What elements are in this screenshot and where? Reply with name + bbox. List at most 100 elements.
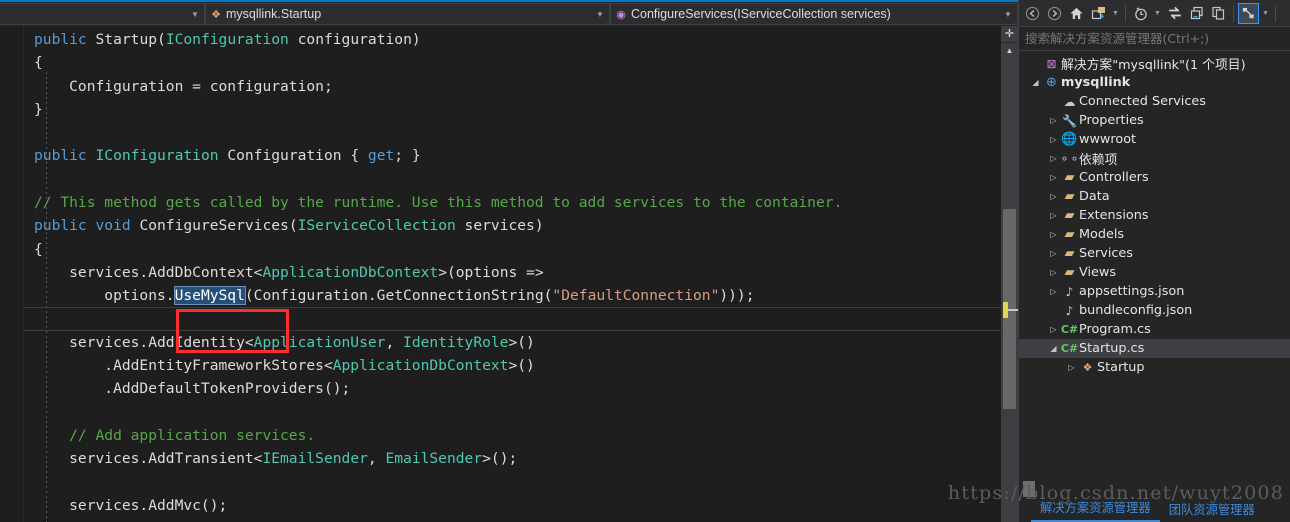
copy-files-icon[interactable] (1208, 3, 1229, 24)
chevron-down-icon[interactable]: ▼ (1260, 3, 1271, 24)
chevron-right-icon[interactable]: ▷ (1047, 249, 1060, 258)
refresh-icon[interactable] (1164, 3, 1185, 24)
tree-item-label: bundleconfig.json (1079, 303, 1193, 318)
type-dropdown[interactable]: ❖ mysqllink.Startup ▼ (205, 3, 610, 25)
tree-item[interactable]: ▷ ▰ Controllers (1019, 168, 1290, 187)
code-token: Configuration { (218, 147, 368, 165)
panel-tab[interactable]: 解决方案资源管理器 (1031, 498, 1160, 522)
tree-item-label: Controllers (1079, 170, 1149, 185)
tree-item[interactable]: ▷ ▰ Views (1019, 263, 1290, 282)
folder-icon: ▰ (1064, 208, 1075, 223)
tree-item[interactable]: ▷ 🌐 wwwroot (1019, 130, 1290, 149)
solution-explorer-search[interactable] (1019, 27, 1290, 51)
code-line: public void ConfigureServices(IServiceCo… (24, 214, 1001, 237)
chevron-right-icon[interactable]: ▷ (1047, 135, 1060, 144)
split-view-icon[interactable]: ✛ (1001, 26, 1018, 43)
tree-item[interactable]: ▷ ▰ Models (1019, 225, 1290, 244)
code-token: public (34, 147, 96, 165)
chevron-down-icon[interactable]: ▼ (1110, 3, 1121, 24)
tree-item[interactable]: ▷ C# Program.cs (1019, 320, 1290, 339)
folder-icon: ▰ (1064, 265, 1075, 280)
folder-icon: ▰ (1064, 189, 1075, 204)
type-dropdown-label: mysqllink.Startup (226, 7, 322, 21)
code-token: ; } (394, 147, 421, 165)
arrow-right-icon[interactable] (1044, 3, 1065, 24)
tree-item-label: appsettings.json (1079, 284, 1185, 299)
chevron-right-icon[interactable]: ▷ (1047, 173, 1060, 182)
code-token: ))); (719, 287, 755, 305)
tree-item[interactable]: ☁ Connected Services (1019, 92, 1290, 111)
editor-vertical-scrollbar[interactable]: ✛ ▲ (1001, 26, 1018, 522)
tree-item-label: 依赖项 (1079, 153, 1118, 168)
chevron-right-icon[interactable]: ▷ (1047, 192, 1060, 201)
solution-explorer-pane: ▼ ▼ ▼ ⊠解决方案"mysqllink"(1 (1018, 0, 1290, 522)
panel-tab[interactable]: 团队资源管理器 (1160, 500, 1264, 522)
code-token: ( (157, 31, 166, 48)
code-line: // Add application services. (24, 424, 1001, 447)
tree-item-label: Startup.cs (1079, 341, 1145, 356)
code-token: (Configuration.GetConnectionString( (244, 287, 553, 305)
solution-tree[interactable]: ⊠ 解决方案"mysqllink"(1 个项目) ◢ ⊕ mysqllink ☁ Conne… (1019, 51, 1290, 496)
chevron-down-icon[interactable]: ▼ (1152, 3, 1163, 24)
code-surface: public Startup(IConfiguration configurat… (0, 26, 1018, 522)
code-token: ApplicationDbContext (262, 263, 439, 281)
clock-icon[interactable] (1130, 3, 1151, 24)
chevron-right-icon[interactable]: ▷ (1047, 287, 1060, 296)
chevron-right-icon[interactable]: ▷ (1047, 325, 1060, 334)
collapse-all-icon[interactable] (1186, 3, 1207, 24)
scroll-up-arrow-icon[interactable]: ▲ (1001, 43, 1018, 59)
tree-item-label: Startup (1097, 360, 1145, 375)
code-text-area[interactable]: public Startup(IConfiguration configurat… (24, 26, 1001, 522)
chevron-right-icon[interactable]: ▷ (1047, 230, 1060, 239)
indicator-margin[interactable] (12, 26, 24, 522)
track-active-item-icon[interactable] (1238, 2, 1259, 24)
chevron-down-icon[interactable]: ◢ (1047, 344, 1060, 353)
tree-item-label: 解决方案"mysqllink"(1 个项目) (1061, 58, 1246, 73)
chevron-right-icon[interactable]: ▷ (1047, 268, 1060, 277)
tree-item[interactable]: ▷ ▰ Data (1019, 187, 1290, 206)
code-token: >(); (482, 450, 518, 468)
chevron-right-icon[interactable]: ▷ (1047, 211, 1060, 220)
watermark-block (1023, 481, 1035, 497)
code-line: .AddEntityFrameworkStores<ApplicationDbC… (24, 354, 1001, 377)
tree-item-label: mysqllink (1061, 75, 1131, 90)
tree-item[interactable]: ♪ bundleconfig.json (1019, 301, 1290, 320)
project-dropdown[interactable]: ▼ (0, 3, 205, 25)
tree-item[interactable]: ▷ ▰ Extensions (1019, 206, 1290, 225)
tree-item[interactable]: ⊠ 解决方案"mysqllink"(1 个项目) (1019, 54, 1290, 74)
tree-item-label: Extensions (1079, 208, 1149, 223)
code-line: { (24, 51, 1001, 74)
tree-item[interactable]: ◢ C# Startup.cs (1019, 339, 1290, 358)
arrow-left-icon[interactable] (1022, 3, 1043, 24)
member-dropdown[interactable]: ◉ ConfigureServices(IServiceCollection s… (610, 3, 1018, 25)
tree-item[interactable]: ▷ 🔧 Properties (1019, 111, 1290, 130)
code-token: // This method gets called by the runtim… (34, 194, 843, 212)
tree-item[interactable]: ▷ ▰ Services (1019, 244, 1290, 263)
home-icon[interactable] (1066, 3, 1087, 24)
code-token: EmailSender (385, 450, 483, 468)
tree-item[interactable]: ▷ ❖ Startup (1019, 358, 1290, 377)
tree-item[interactable]: ◢ ⊕ mysqllink (1019, 73, 1290, 92)
chevron-right-icon[interactable]: ▷ (1047, 116, 1060, 125)
chevron-right-icon[interactable]: ▷ (1047, 154, 1060, 163)
code-line: public Startup(IConfiguration configurat… (24, 28, 1001, 51)
solution-explorer-toolbar: ▼ ▼ ▼ (1019, 0, 1290, 27)
wrench-icon: 🔧 (1062, 113, 1077, 128)
sync-folder-icon[interactable] (1088, 3, 1109, 24)
tree-item[interactable]: ▷ ⚬⚬ 依赖项 (1019, 149, 1290, 169)
chevron-right-icon[interactable]: ▷ (1065, 363, 1078, 372)
code-token: >(options => (438, 263, 544, 281)
code-token: services.AddTransient< (34, 450, 263, 468)
glyph-margin[interactable] (0, 26, 12, 522)
chevron-down-icon[interactable]: ◢ (1029, 78, 1042, 87)
code-lines: public Startup(IConfiguration configurat… (24, 28, 1001, 517)
tree-item[interactable]: ▷ ♪ appsettings.json (1019, 282, 1290, 301)
caret-position-marker (1008, 309, 1018, 311)
class-icon: ❖ (1082, 361, 1093, 374)
code-token: options. (34, 287, 175, 305)
search-input[interactable] (1025, 31, 1290, 46)
